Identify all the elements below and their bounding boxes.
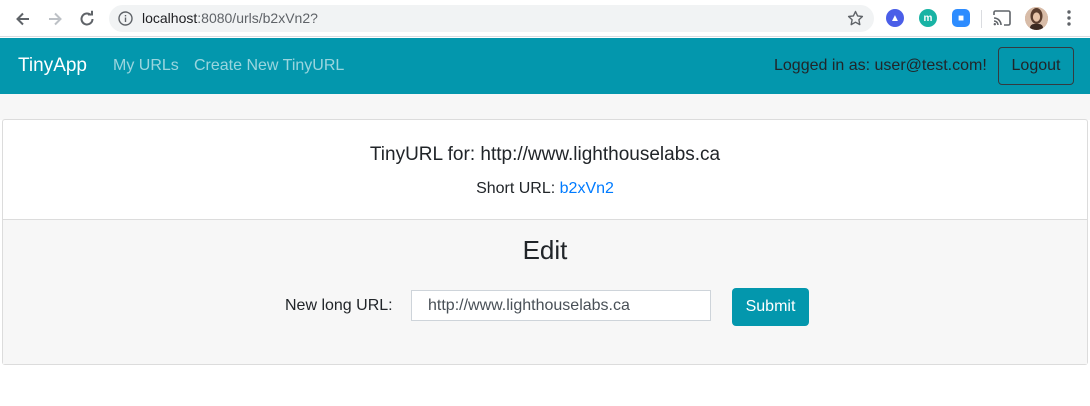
edit-section: Edit New long URL: Submit <box>3 220 1087 364</box>
long-url-label: New long URL: <box>285 297 393 314</box>
reload-button[interactable] <box>76 8 98 30</box>
url-card: TinyURL for: http://www.lighthouselabs.c… <box>2 119 1088 365</box>
brand-link[interactable]: TinyApp <box>18 55 87 77</box>
toolbar-divider <box>981 10 982 28</box>
zoom-extension-icon[interactable]: ■ <box>952 9 970 27</box>
short-url-line: Short URL: b2xVn2 <box>3 180 1087 198</box>
profile-photo-icon <box>1025 7 1048 30</box>
address-bar[interactable]: localhost:8080/urls/b2xVn2? <box>109 5 874 32</box>
short-url-label: Short URL: <box>476 180 560 197</box>
url-path: :8080/urls/b2xVn2? <box>197 10 318 26</box>
browser-menu-icon[interactable] <box>1066 9 1072 27</box>
back-button[interactable] <box>12 8 34 30</box>
short-url-link[interactable]: b2xVn2 <box>560 180 614 197</box>
forward-arrow-icon <box>49 12 62 26</box>
tinyurl-title: TinyURL for: http://www.lighthouselabs.c… <box>369 144 721 165</box>
app-navbar: TinyApp My URLs Create New TinyURL Logge… <box>0 38 1090 94</box>
arrow-extension-icon[interactable]: ▲ <box>886 9 904 27</box>
back-arrow-icon <box>16 12 29 26</box>
url-host: localhost <box>142 10 198 26</box>
browser-toolbar: localhost:8080/urls/b2xVn2? ▲ m ■ <box>0 0 1090 37</box>
logged-in-text: Logged in as: user@test.com! <box>774 57 987 74</box>
bookmark-star-icon[interactable] <box>847 10 864 27</box>
long-url-input[interactable] <box>411 290 711 321</box>
card-body: TinyURL for: http://www.lighthouselabs.c… <box>3 120 1087 220</box>
logout-button[interactable]: Logout <box>998 47 1074 85</box>
nav-link-my-urls[interactable]: My URLs <box>113 57 179 75</box>
reload-icon <box>80 10 94 26</box>
info-icon <box>118 11 133 26</box>
nav-link-create-new[interactable]: Create New TinyURL <box>194 57 344 75</box>
profile-avatar[interactable] <box>1025 7 1048 30</box>
cast-icon[interactable] <box>993 10 1011 26</box>
forward-button[interactable] <box>44 8 66 30</box>
submit-button[interactable]: Submit <box>732 288 809 326</box>
edit-heading: Edit <box>522 235 568 265</box>
url-text: localhost:8080/urls/b2xVn2? <box>142 10 318 26</box>
m-extension-icon[interactable]: m <box>919 9 937 27</box>
page-gap <box>0 94 1090 120</box>
